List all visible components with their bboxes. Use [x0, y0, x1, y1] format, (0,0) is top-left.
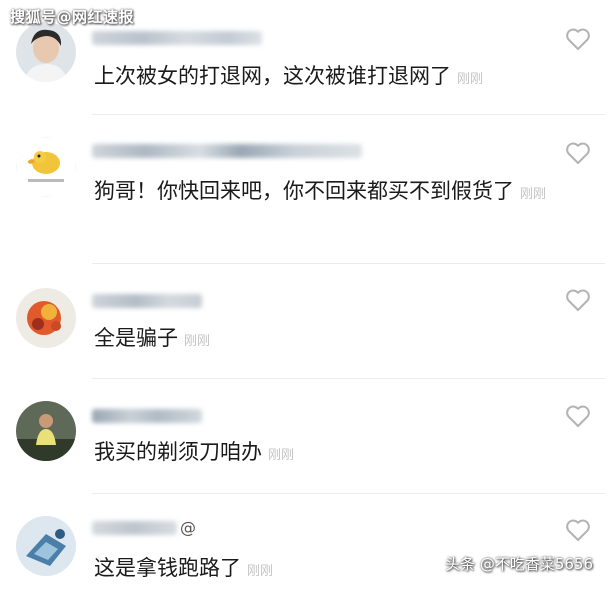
comment-time: 刚刚: [457, 72, 484, 87]
comment-text: 这是拿钱跑路了: [94, 556, 241, 580]
username-blurred[interactable]: [92, 294, 202, 308]
avatar[interactable]: [16, 401, 76, 461]
watermark-bottom: 头条 @不吃香菜5656: [445, 555, 593, 573]
comment-body: 我买的剃须刀咱办 刚刚: [94, 434, 553, 474]
comment-body: 全是骗子 刚刚: [94, 320, 553, 360]
comment-time: 刚刚: [184, 334, 211, 349]
comment-time: 刚刚: [247, 564, 274, 579]
comment-text: 全是骗子: [94, 326, 178, 350]
comment-body: 上次被女的打退网，这次被谁打退网了 刚刚: [94, 58, 553, 98]
avatar[interactable]: [16, 137, 76, 197]
username-blurred[interactable]: [92, 409, 202, 423]
comment-item: 全是骗子 刚刚: [0, 264, 605, 378]
comment-item: 我买的剃须刀咱办 刚刚: [0, 379, 605, 493]
comment-item: 狗哥！你快回来吧，你不回来都买不到假货了 刚刚: [0, 115, 605, 263]
user-avatar-icon: [16, 516, 76, 576]
user-avatar-icon: [16, 401, 76, 461]
heart-icon[interactable]: [565, 404, 591, 428]
watermark-top: 搜狐号@网红速报: [10, 8, 135, 26]
duck-avatar-icon: [16, 137, 76, 197]
username-blurred[interactable]: [92, 521, 177, 535]
comment-time: 刚刚: [520, 187, 547, 202]
heart-icon[interactable]: [565, 141, 591, 165]
avatar[interactable]: [16, 516, 76, 576]
username-suffix: @: [180, 518, 196, 537]
username-blurred[interactable]: [92, 144, 362, 158]
heart-icon[interactable]: [565, 288, 591, 312]
comment-text: 我买的剃须刀咱办: [94, 440, 262, 464]
user-avatar-icon: [16, 288, 76, 348]
heart-icon[interactable]: [565, 518, 591, 542]
comment-text: 狗哥！你快回来吧，你不回来都买不到假货了: [94, 179, 514, 203]
username-blurred[interactable]: [92, 31, 262, 45]
avatar[interactable]: [16, 288, 76, 348]
heart-icon[interactable]: [565, 27, 591, 51]
comment-text: 上次被女的打退网，这次被谁打退网了: [94, 64, 451, 88]
comment-time: 刚刚: [268, 448, 295, 463]
comment-body: 狗哥！你快回来吧，你不回来都买不到假货了 刚刚: [94, 173, 553, 213]
avatar[interactable]: [16, 22, 76, 82]
user-avatar-icon: [16, 22, 76, 82]
